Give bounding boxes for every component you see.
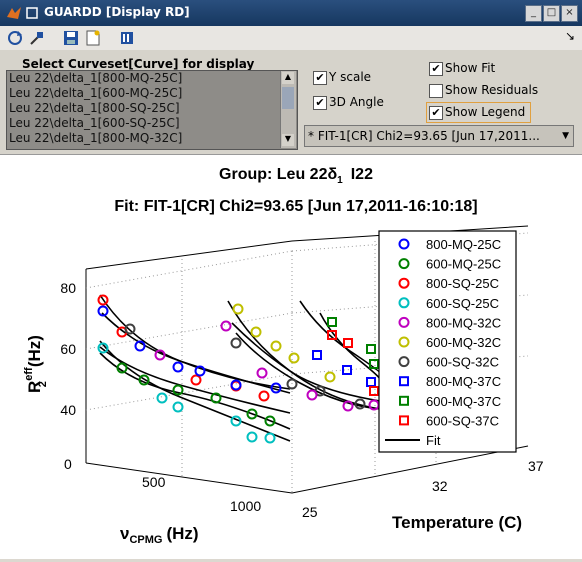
- legend-label: 600-SQ-25C: [426, 296, 499, 311]
- 3d-angle-label: 3D Angle: [329, 95, 384, 109]
- window-title: GUARDD [Display RD]: [44, 5, 190, 19]
- plot-title-fit: Fit: FIT-1[CR] Chi2=93.65 [Jun 17,2011-1…: [114, 198, 477, 215]
- x-tick-labels: 0 500 1000: [64, 456, 261, 514]
- show-legend-checkbox[interactable]: ✔: [429, 106, 443, 120]
- legend-label: 800-MQ-37C: [426, 374, 501, 389]
- legend-label: 600-MQ-25C: [426, 257, 501, 272]
- legend-label: Fit: [426, 433, 441, 448]
- save-icon[interactable]: [62, 29, 80, 47]
- dock-arrow-icon[interactable]: ↘: [565, 29, 575, 43]
- x-tick-label: 500: [142, 474, 166, 490]
- list-item[interactable]: Leu 22\delta_1[800-MQ-25C]: [7, 71, 297, 86]
- t-tick-label: 32: [432, 478, 448, 494]
- refresh-icon[interactable]: [6, 29, 24, 47]
- show-fit-checkbox[interactable]: ✔: [429, 62, 443, 76]
- legend-label: 600-SQ-37C: [426, 413, 499, 428]
- plot-title-group: Group: Leu 22δ1 I22: [219, 166, 373, 186]
- show-residuals-label: Show Residuals: [445, 83, 539, 97]
- list-item[interactable]: Leu 22\delta_1[800-SQ-25C]: [7, 101, 297, 116]
- window-menu-icon[interactable]: [26, 7, 38, 19]
- listbox-scrollbar[interactable]: ▲ ▼: [280, 71, 296, 148]
- x-tick-label: 0: [64, 456, 72, 472]
- show-legend-label: Show Legend: [445, 105, 526, 119]
- legend-label: 600-SQ-32C: [426, 355, 499, 370]
- rd-3d-plot[interactable]: Group: Leu 22δ1 I22 Fit: FIT-1[CR] Chi2=9…: [0, 155, 582, 558]
- list-item[interactable]: Leu 22\delta_1[800-MQ-32C]: [7, 131, 297, 146]
- series-600-sq-25c: [97, 342, 276, 444]
- legend-label: 800-SQ-25C: [426, 276, 499, 291]
- y-scale-checkbox[interactable]: ✔: [313, 71, 327, 85]
- legend-label: 800-MQ-32C: [426, 315, 501, 330]
- export-icon[interactable]: [118, 29, 136, 47]
- matlab-logo-icon: [7, 7, 21, 19]
- t-tick-label: 25: [302, 504, 318, 520]
- legend-label: 600-MQ-32C: [426, 335, 501, 350]
- x-tick-label: 1000: [230, 498, 261, 514]
- t-tick-label: 37: [528, 458, 544, 474]
- show-residuals-checkbox[interactable]: [429, 84, 443, 98]
- y-scale-label: Y scale: [329, 70, 372, 84]
- pin-icon[interactable]: [28, 29, 46, 47]
- legend-label: 600-MQ-37C: [426, 394, 501, 409]
- z-tick-label: 40: [60, 402, 76, 418]
- legend: 800-MQ-25C 600-MQ-25C 800-SQ-25C 600-SQ-25C…: [378, 230, 517, 453]
- list-item[interactable]: Leu 22\delta_1[600-MQ-25C]: [7, 86, 297, 101]
- chevron-down-icon[interactable]: ▼: [562, 126, 569, 146]
- fit-select-dropdown[interactable]: * FIT-1[CR] Chi2=93.65 [Jun 17,2011... ▼: [304, 125, 574, 147]
- z-tick-label: 80: [60, 280, 76, 296]
- maximize-button[interactable]: □: [543, 5, 560, 22]
- legend-label: 800-MQ-25C: [426, 237, 501, 252]
- window-titlebar: GUARDD [Display RD] _ □ ×: [0, 0, 582, 26]
- curveset-listbox[interactable]: Leu 22\delta_1[800-MQ-25C] Leu 22\delta_…: [6, 70, 298, 150]
- new-file-icon[interactable]: [84, 29, 102, 47]
- list-item[interactable]: Leu 22\delta_1[600-SQ-25C]: [7, 116, 297, 131]
- show-fit-label: Show Fit: [445, 61, 496, 75]
- t-axis-label: Temperature (C): [392, 513, 522, 532]
- z-axis-label: Reff2(Hz): [23, 335, 49, 393]
- z-tick-labels: 80 60 40: [60, 280, 76, 418]
- scroll-down-icon[interactable]: ▼: [282, 134, 294, 146]
- series-600-mq-32c: [232, 303, 336, 383]
- 3d-angle-checkbox[interactable]: ✔: [313, 96, 327, 110]
- x-axis-label: νCPMG (Hz): [120, 524, 199, 546]
- fit-select-value: * FIT-1[CR] Chi2=93.65 [Jun 17,2011...: [308, 129, 540, 143]
- minimize-button[interactable]: _: [525, 5, 542, 22]
- scroll-thumb[interactable]: [282, 87, 294, 109]
- toolbar: ↘: [0, 26, 582, 51]
- z-tick-label: 60: [60, 341, 76, 357]
- close-button[interactable]: ×: [561, 5, 578, 22]
- plot-area: Group: Leu 22δ1 I22 Fit: FIT-1[CR] Chi2=9…: [0, 154, 582, 559]
- scroll-up-icon[interactable]: ▲: [282, 72, 294, 84]
- curveset-list-label: Select Curveset[Curve] for display: [22, 57, 255, 71]
- series-800-mq-37c: [312, 350, 376, 387]
